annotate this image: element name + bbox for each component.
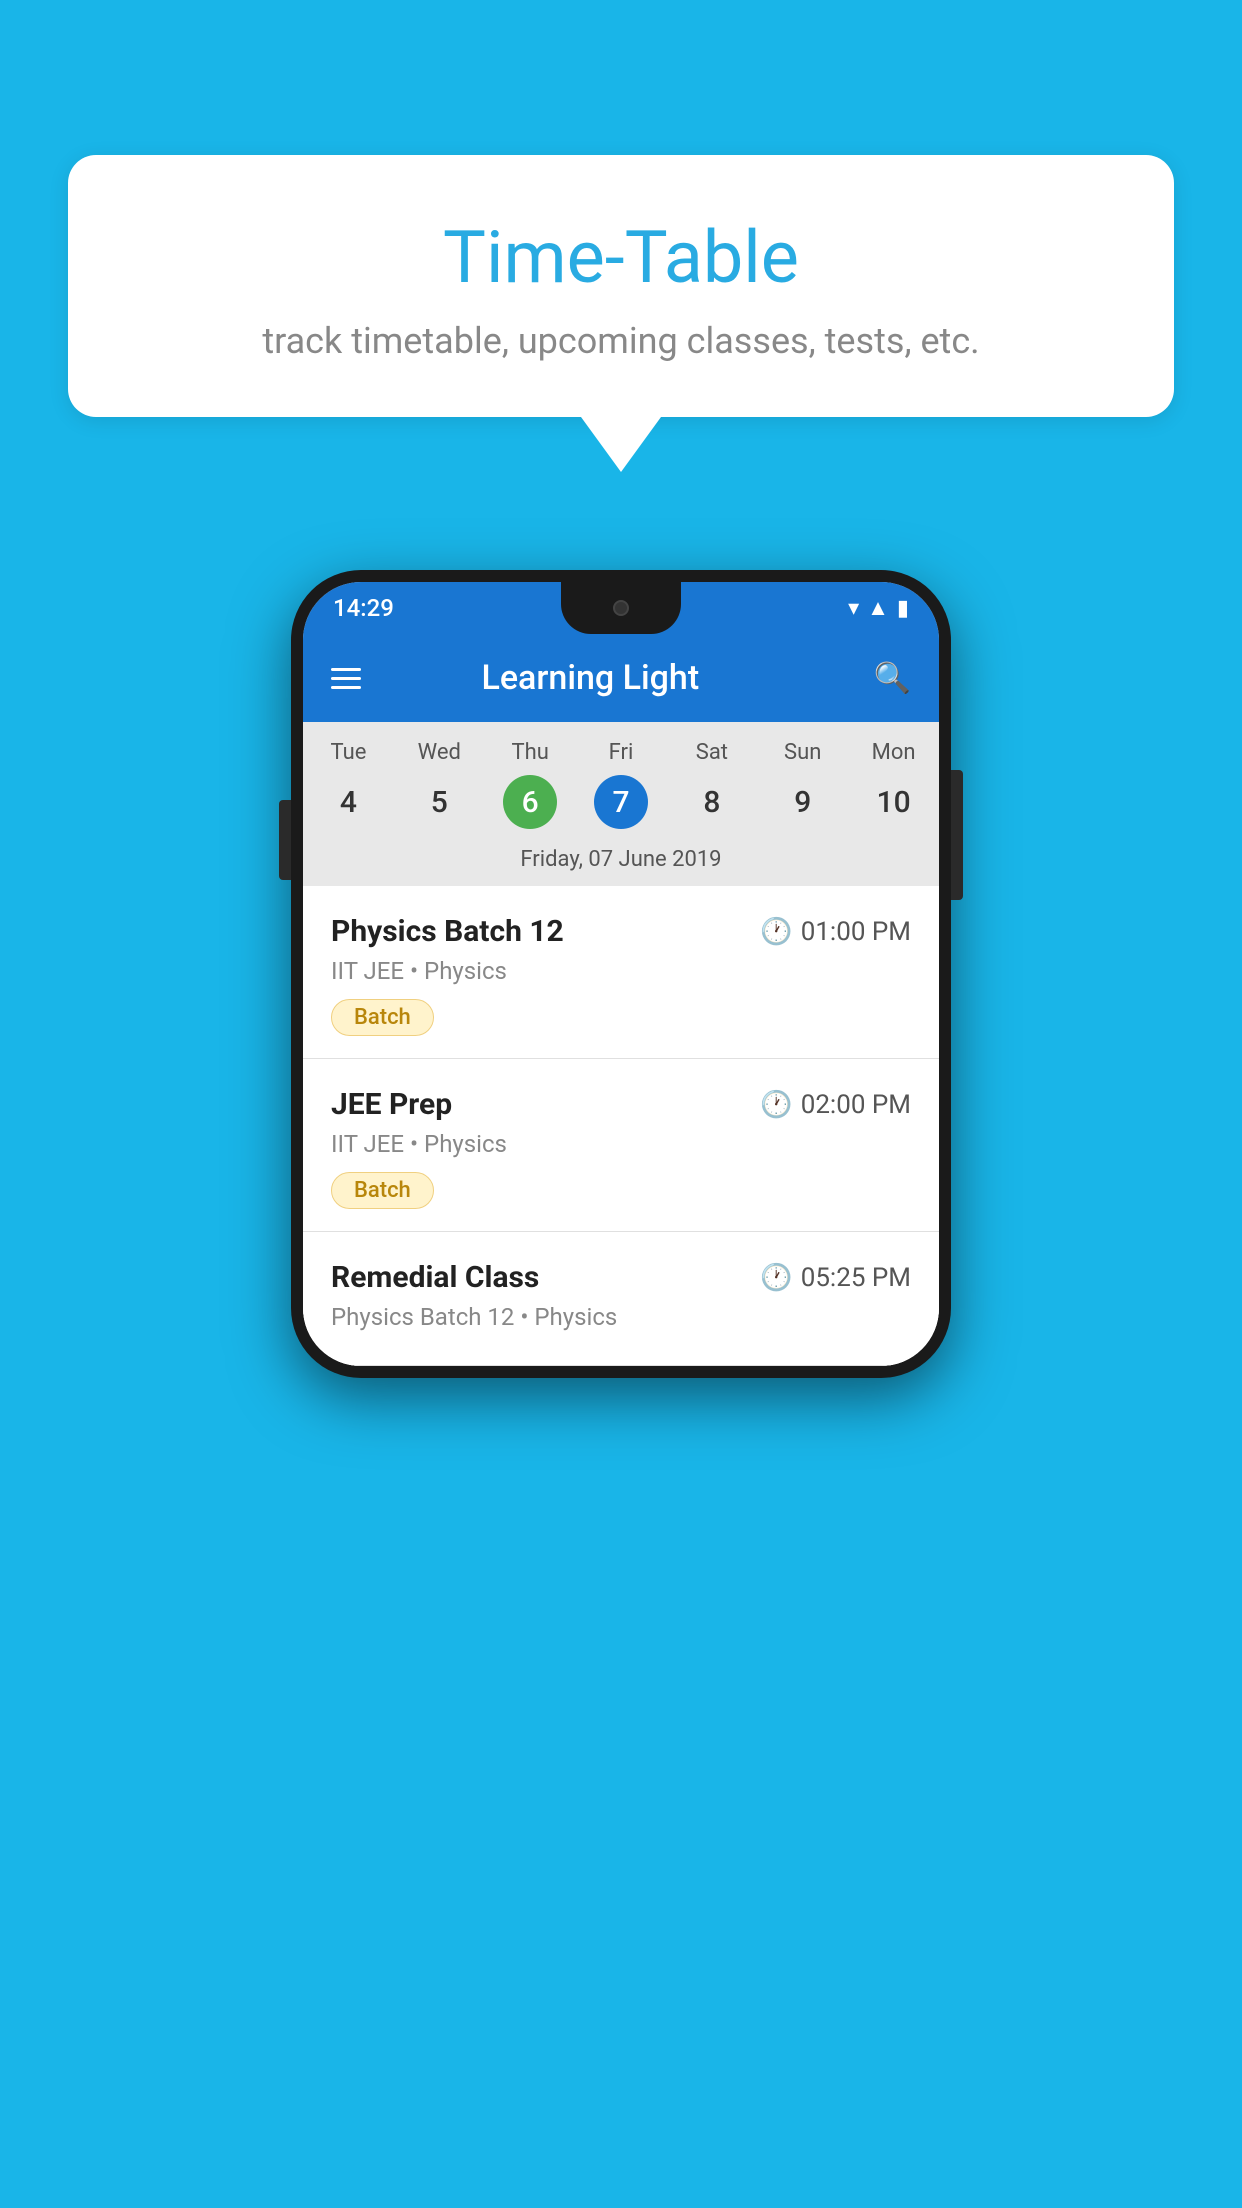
day-number[interactable]: 10 <box>867 775 921 829</box>
app-title: Learning Light <box>331 658 850 698</box>
schedule-item-header: Remedial Class 🕐 05:25 PM <box>331 1260 911 1295</box>
batch-tag: Batch <box>331 1172 434 1209</box>
schedule-time: 🕐 01:00 PM <box>760 917 911 947</box>
time-value: 01:00 PM <box>801 917 911 947</box>
search-icon[interactable]: 🔍 <box>874 661 911 696</box>
day-name: Thu <box>485 740 576 765</box>
calendar-section: Tue 4 Wed 5 Thu 6 Fri 7 Sat 8 Sun 9 Mon 10 Friday, 07… <box>303 722 939 886</box>
day-col[interactable]: Fri 7 <box>576 740 667 829</box>
clock-icon: 🕐 <box>760 917 792 947</box>
battery-icon: ▮ <box>897 596 909 621</box>
day-col[interactable]: Sat 8 <box>666 740 757 829</box>
status-time: 14:29 <box>333 594 394 622</box>
speech-bubble-arrow <box>581 417 661 472</box>
schedule-title: JEE Prep <box>331 1087 452 1122</box>
app-bar: Learning Light 🔍 <box>303 634 939 722</box>
signal-icon: ▲ <box>867 595 889 621</box>
schedule-time: 🕐 05:25 PM <box>760 1263 911 1293</box>
day-number[interactable]: 7 <box>594 775 648 829</box>
schedule-subtitle: Physics Batch 12 • Physics <box>331 1303 911 1331</box>
status-icons: ▾ ▲ ▮ <box>848 595 909 621</box>
day-col[interactable]: Wed 5 <box>394 740 485 829</box>
status-bar: 14:29 ▾ ▲ ▮ <box>303 582 939 634</box>
days-row: Tue 4 Wed 5 Thu 6 Fri 7 Sat 8 Sun 9 Mon 10 <box>303 722 939 835</box>
day-col[interactable]: Mon 10 <box>848 740 939 829</box>
day-name: Tue <box>303 740 394 765</box>
feature-title: Time-Table <box>148 215 1094 300</box>
schedule-item-header: JEE Prep 🕐 02:00 PM <box>331 1087 911 1122</box>
time-value: 05:25 PM <box>801 1263 911 1293</box>
phone-screen: 14:29 ▾ ▲ ▮ Learning Light 🔍 <box>303 582 939 1366</box>
time-value: 02:00 PM <box>801 1090 911 1120</box>
day-name: Fri <box>576 740 667 765</box>
clock-icon: 🕐 <box>760 1263 792 1293</box>
day-number[interactable]: 8 <box>685 775 739 829</box>
day-col[interactable]: Tue 4 <box>303 740 394 829</box>
camera-dot <box>613 600 629 616</box>
schedule-time: 🕐 02:00 PM <box>760 1090 911 1120</box>
phone-container: 14:29 ▾ ▲ ▮ Learning Light 🔍 <box>291 570 951 1378</box>
schedule-subtitle: IIT JEE • Physics <box>331 1130 911 1158</box>
day-col[interactable]: Thu 6 <box>485 740 576 829</box>
schedule-item[interactable]: Remedial Class 🕐 05:25 PM Physics Batch 12 … <box>303 1232 939 1366</box>
schedule-item[interactable]: Physics Batch 12 🕐 01:00 PM IIT JEE • Physi… <box>303 886 939 1059</box>
batch-tag: Batch <box>331 999 434 1036</box>
day-name: Wed <box>394 740 485 765</box>
schedule-subtitle: IIT JEE • Physics <box>331 957 911 985</box>
notch <box>561 582 681 634</box>
day-col[interactable]: Sun 9 <box>757 740 848 829</box>
clock-icon: 🕐 <box>760 1090 792 1120</box>
speech-bubble-container: Time-Table track timetable, upcoming cla… <box>68 155 1174 472</box>
schedule-title: Physics Batch 12 <box>331 914 564 949</box>
day-name: Mon <box>848 740 939 765</box>
phone-frame: 14:29 ▾ ▲ ▮ Learning Light 🔍 <box>291 570 951 1378</box>
speech-bubble-card: Time-Table track timetable, upcoming cla… <box>68 155 1174 417</box>
day-number[interactable]: 5 <box>412 775 466 829</box>
day-name: Sun <box>757 740 848 765</box>
day-number[interactable]: 4 <box>321 775 375 829</box>
selected-date-label: Friday, 07 June 2019 <box>303 835 939 886</box>
schedule-list: Physics Batch 12 🕐 01:00 PM IIT JEE • Physi… <box>303 886 939 1366</box>
day-name: Sat <box>666 740 757 765</box>
schedule-item[interactable]: JEE Prep 🕐 02:00 PM IIT JEE • Physics Batch <box>303 1059 939 1232</box>
schedule-title: Remedial Class <box>331 1260 539 1295</box>
schedule-item-header: Physics Batch 12 🕐 01:00 PM <box>331 914 911 949</box>
feature-subtitle: track timetable, upcoming classes, tests… <box>148 320 1094 362</box>
wifi-icon: ▾ <box>848 596 859 621</box>
day-number[interactable]: 6 <box>503 775 557 829</box>
day-number[interactable]: 9 <box>776 775 830 829</box>
